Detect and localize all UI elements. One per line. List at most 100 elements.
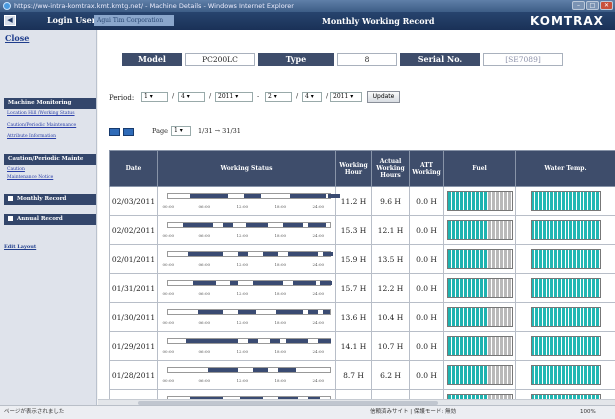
water-temp-cell <box>515 302 615 332</box>
sidebar-link-location[interactable]: Location Hill /Working Status <box>7 111 93 117</box>
maximize-button[interactable]: □ <box>586 1 599 10</box>
from-day-value: 4 <box>181 93 185 100</box>
edit-layout-link[interactable]: Edit Layout <box>4 244 36 250</box>
sidebar-link-caution-periodic[interactable]: Caution/Periodic Maintenance <box>7 123 93 129</box>
fuel-bar-segment <box>507 250 512 268</box>
type-label: Type <box>258 53 334 66</box>
working-segment <box>327 194 340 198</box>
working-status-timeline: 00:00 06:00 12:00 18:00 24:00 <box>161 276 333 300</box>
working-status-cell: 00:00 06:00 12:00 18:00 24:00 <box>157 215 336 245</box>
working-status-cell: 00:00 06:00 12:00 18:00 24:00 <box>157 186 340 216</box>
from-month-select[interactable]: 1 ▾ <box>141 92 168 102</box>
period-sep: / <box>209 92 212 100</box>
update-button[interactable]: Update <box>367 91 400 103</box>
login-user-value: Agui Tim Corporation <box>94 15 174 26</box>
type-value: 8 <box>337 53 397 66</box>
table-row: 01/28/2011 00:00 06:00 12:00 18:00 24:00 8.7… <box>109 360 615 390</box>
close-window-button[interactable]: ✕ <box>600 1 613 10</box>
back-arrow-icon[interactable]: ◀ <box>4 15 16 26</box>
tick-label: 24:00 <box>312 262 325 267</box>
working-status-cell: 00:00 06:00 12:00 18:00 24:00 <box>157 360 336 390</box>
tick-label: 00:00 <box>162 320 175 325</box>
from-day-select[interactable]: 4 ▾ <box>178 92 205 102</box>
tick-label: 06:00 <box>198 291 211 296</box>
att-working-cell: 0.0 H <box>409 302 444 332</box>
fuel-gauge <box>446 307 513 327</box>
sidebar-section-caution-periodic[interactable]: Caution/Periodic Mainte <box>4 154 96 165</box>
tick-label: 06:00 <box>198 320 211 325</box>
period-label: Period: <box>109 94 135 102</box>
table-header-row: Date Working Status Working Hour Actual … <box>109 150 615 187</box>
sidebar-link-attribute[interactable]: Attribute Information <box>7 134 93 140</box>
working-segment <box>222 223 233 227</box>
fuel-bar-segment <box>507 192 512 210</box>
working-segment <box>307 310 318 314</box>
water-temp-cell <box>515 244 615 274</box>
to-year-select[interactable]: 2011 ▾ <box>330 92 362 102</box>
working-hour-cell: 14.1 H <box>335 331 372 361</box>
status-text: ページが表示されました <box>4 409 65 415</box>
sidebar-monthly-record[interactable]: Monthly Record <box>4 194 96 205</box>
tick-label: 06:00 <box>198 204 211 209</box>
tick-label: 00:00 <box>162 233 175 238</box>
to-month-select[interactable]: 2 ▾ <box>265 92 292 102</box>
tick-label: 06:00 <box>198 378 211 383</box>
working-segment <box>275 310 303 314</box>
actual-hours-cell: 13.5 H <box>371 244 410 274</box>
page-range: 1/31 → 31/31 <box>198 127 241 135</box>
water-temp-gauge <box>530 191 601 211</box>
fuel-gauge <box>446 365 513 385</box>
working-segment <box>207 368 238 372</box>
komtrax-logo: KOMTRAX <box>530 14 604 28</box>
water-temp-gauge <box>530 365 601 385</box>
sidebar-link-maintenance-notice[interactable]: Maintenance Notice <box>7 175 93 181</box>
working-segment <box>247 339 258 343</box>
table-row: 01/30/2011 00:00 06:00 12:00 18:00 24:00 13.… <box>109 302 615 332</box>
working-hour-cell: 15.7 H <box>335 273 372 303</box>
tick-label: 00:00 <box>162 378 175 383</box>
sidebar-link-caution[interactable]: Caution <box>7 167 93 173</box>
working-status-timeline: 00:00 06:00 12:00 18:00 24:00 <box>161 305 333 329</box>
tick-label: 06:00 <box>198 349 211 354</box>
page-select[interactable]: 1 ▾ <box>171 126 191 136</box>
table-row: 01/31/2011 00:00 06:00 12:00 18:00 24:00 15.… <box>109 273 615 303</box>
period-sep: / <box>326 92 329 100</box>
minimize-button[interactable]: – <box>572 1 585 10</box>
sidebar-annual-record[interactable]: Annual Record <box>4 214 96 225</box>
working-status-cell: 00:00 06:00 12:00 18:00 24:00 <box>157 273 336 303</box>
working-segment <box>192 281 216 285</box>
date-cell: 02/03/2011 <box>109 186 158 216</box>
status-bar: ページが表示されました 信頼済みサイト | 保護モード: 無効 100% <box>0 405 615 419</box>
next-page-icon[interactable] <box>123 128 134 136</box>
working-status-cell: 00:00 06:00 12:00 18:00 24:00 <box>157 331 336 361</box>
tick-label: 00:00 <box>162 262 175 267</box>
working-segment <box>319 281 332 285</box>
prev-page-icon[interactable] <box>109 128 120 136</box>
close-link[interactable]: Close <box>5 33 29 43</box>
fuel-bar-segment <box>507 279 512 297</box>
working-segment <box>322 310 330 314</box>
working-segment <box>197 310 223 314</box>
fuel-gauge <box>446 278 513 298</box>
water-temp-segment <box>595 250 600 268</box>
actual-hours-cell: 9.6 H <box>371 186 410 216</box>
tick-label: 00:00 <box>162 349 175 354</box>
tick-label: 12:00 <box>236 291 249 296</box>
table-row: 01/29/2011 00:00 06:00 12:00 18:00 24:00 14.… <box>109 331 615 361</box>
working-segment <box>277 368 296 372</box>
timeline-bar <box>166 309 331 315</box>
zoom-level[interactable]: 100% <box>580 406 596 419</box>
sidebar-monthly-record-label: Monthly Record <box>17 196 67 202</box>
tick-label: 12:00 <box>236 378 249 383</box>
fuel-bar-segment <box>507 337 512 355</box>
working-status-cell: 00:00 06:00 12:00 18:00 24:00 <box>157 244 336 274</box>
tick-label: 12:00 <box>236 349 249 354</box>
from-year-select[interactable]: 2011 ▾ <box>215 92 253 102</box>
to-day-select[interactable]: 4 ▾ <box>302 92 322 102</box>
working-status-timeline: 00:00 06:00 12:00 18:00 24:00 <box>161 363 333 387</box>
serial-value: [SE7089] <box>483 53 563 66</box>
date-cell: 01/31/2011 <box>109 273 158 303</box>
working-segment <box>269 339 280 343</box>
water-temp-gauge <box>530 249 601 269</box>
sidebar-section-machine-monitoring[interactable]: Machine Monitoring <box>4 98 96 109</box>
